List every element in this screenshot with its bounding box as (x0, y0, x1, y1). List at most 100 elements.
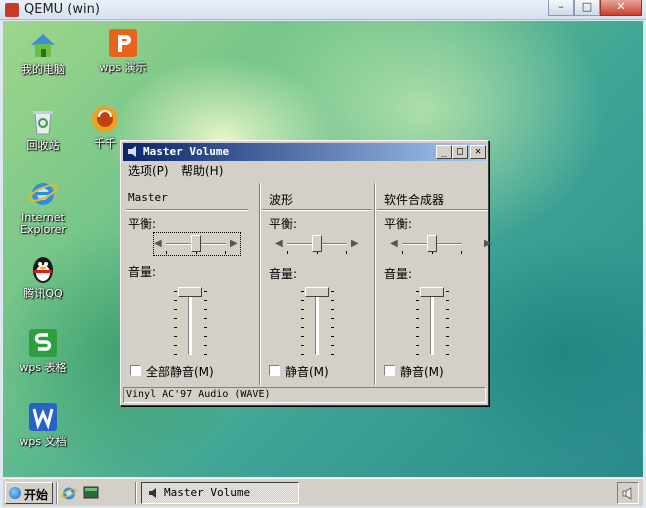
volume-tick (416, 291, 419, 292)
checkbox-box[interactable] (130, 365, 141, 376)
desktop-icon-label: 我的电脑 (21, 63, 65, 76)
slider-thumb[interactable] (420, 287, 444, 297)
desktop-icon-wps-presentation[interactable]: wps 演示 (85, 27, 161, 74)
taskbar: 开始 Master Volume (3, 478, 643, 506)
volume-tick (446, 327, 449, 328)
checkbox-box[interactable] (269, 365, 280, 376)
right-speaker-icon: ▶ (351, 238, 359, 249)
right-speaker-icon: ▶ (484, 238, 492, 249)
volume-tick (174, 354, 177, 355)
volume-tick (204, 300, 207, 301)
volume-tick (416, 327, 419, 328)
volume-tick (204, 345, 207, 346)
column-title: 波形 (269, 193, 294, 207)
volume-tick (301, 327, 304, 328)
balance-label: 平衡: (128, 217, 157, 231)
wave-volume-slider[interactable] (298, 287, 338, 357)
volume-tick (301, 318, 304, 319)
volume-tick (301, 291, 304, 292)
volume-tick (416, 345, 419, 346)
volume-tick (331, 345, 334, 346)
mute-label: 全部静音(M) (146, 365, 214, 379)
qemu-close-button[interactable]: ✕ (600, 0, 642, 16)
ttplayer-icon (89, 103, 121, 135)
internet-explorer-icon[interactable] (61, 485, 77, 501)
volume-tick (416, 309, 419, 310)
volume-tick (301, 336, 304, 337)
volume-tick (446, 318, 449, 319)
taskbar-button-master-volume[interactable]: Master Volume (141, 482, 299, 504)
desktop-icon-my-computer[interactable]: 我的电脑 (5, 29, 81, 76)
master-mute-all-checkbox[interactable]: 全部静音(M) (130, 363, 230, 379)
desktop-icon-label: wps 演示 (99, 61, 147, 74)
mixer-titlebar[interactable]: Master Volume _ □ ✕ (123, 143, 486, 161)
show-desktop-icon[interactable] (83, 485, 99, 501)
volume-tick (446, 354, 449, 355)
wps-writer-icon (27, 401, 59, 433)
mixer-minimize-button[interactable]: _ (436, 145, 452, 159)
desktop-icon-internet-explorer[interactable]: Internet Explorer (5, 177, 81, 236)
slider-thumb[interactable] (427, 235, 437, 252)
desktop-icon-label: wps 表格 (19, 361, 67, 374)
speaker-icon[interactable] (621, 486, 636, 501)
slider-thumb[interactable] (178, 287, 202, 297)
mixer-maximize-button[interactable]: □ (452, 145, 468, 159)
right-speaker-icon: ▶ (230, 238, 238, 249)
volume-tick (174, 318, 177, 319)
menu-help[interactable]: 帮助(H) (181, 162, 223, 179)
sw-synth-balance-slider[interactable]: ◀ ▶ (390, 233, 492, 255)
mixer-column-sw-synth: 软件合成器 平衡: ◀ ▶ 音量: 静音(M) (377, 183, 492, 385)
desktop-icon-qq[interactable]: 腾讯QQ (5, 253, 81, 300)
volume-tick (331, 354, 334, 355)
mixer-close-button[interactable]: ✕ (470, 145, 486, 159)
volume-tick (204, 309, 207, 310)
start-button[interactable]: 开始 (5, 482, 53, 504)
sw-synth-volume-slider[interactable] (413, 287, 453, 357)
qemu-maximize-button[interactable]: □ (574, 0, 600, 16)
desktop-icon-wps-writer[interactable]: wps 文档 (5, 401, 81, 448)
wave-balance-slider[interactable]: ◀ ▶ (275, 233, 361, 255)
volume-tick (174, 327, 177, 328)
qq-penguin-icon (27, 253, 59, 285)
volume-label: 音量: (269, 267, 298, 281)
column-title: Master (128, 191, 168, 204)
wave-mute-checkbox[interactable]: 静音(M) (269, 363, 349, 379)
volume-tick (174, 309, 177, 310)
desktop-icon-recycle-bin[interactable]: 回收站 (5, 105, 81, 152)
volume-tick (204, 318, 207, 319)
volume-tick (416, 354, 419, 355)
qemu-minimize-button[interactable]: – (548, 0, 574, 16)
slider-thumb[interactable] (305, 287, 329, 297)
wps-spreadsheet-icon (27, 327, 59, 359)
volume-tick (331, 291, 334, 292)
volume-tick (331, 309, 334, 310)
master-volume-slider[interactable] (171, 287, 211, 357)
column-divider (126, 209, 248, 211)
mixer-column-wave: 波形 平衡: ◀ ▶ 音量: 静音(M) (262, 183, 374, 385)
wps-presentation-icon (107, 27, 139, 59)
slider-thumb[interactable] (312, 235, 322, 252)
windows-logo-icon (9, 487, 21, 499)
balance-label: 平衡: (269, 217, 298, 231)
slider-thumb[interactable] (191, 235, 201, 252)
master-volume-window[interactable]: Master Volume _ □ ✕ 选项(P) 帮助(H) Master 平… (120, 140, 492, 406)
desktop-icon-wps-spreadsheet[interactable]: wps 表格 (5, 327, 81, 374)
start-label: 开始 (24, 488, 49, 502)
sw-synth-mute-checkbox[interactable]: 静音(M) (384, 363, 464, 379)
recycle-bin-icon (27, 105, 59, 137)
desktop-icon-ttplayer[interactable]: 千千 (85, 103, 125, 150)
left-speaker-icon: ◀ (390, 238, 398, 249)
taskbar-separator (56, 482, 58, 504)
speaker-icon[interactable] (127, 145, 140, 158)
system-tray (617, 482, 639, 504)
speaker-icon (149, 488, 156, 498)
master-balance-slider[interactable]: ◀ ▶ (153, 232, 241, 256)
volume-tick (204, 354, 207, 355)
volume-tick (416, 336, 419, 337)
mute-label: 静音(M) (285, 365, 329, 379)
checkbox-box[interactable] (384, 365, 395, 376)
mute-label: 静音(M) (400, 365, 444, 379)
menu-options[interactable]: 选项(P) (128, 162, 169, 179)
volume-tick (416, 318, 419, 319)
desktop-icon-label: 回收站 (26, 139, 60, 152)
